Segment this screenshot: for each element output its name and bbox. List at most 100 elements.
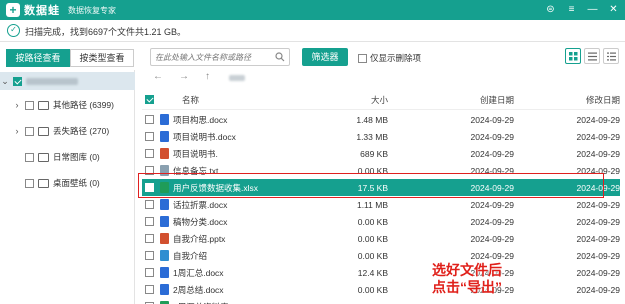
created-date: 2024-09-29 bbox=[470, 199, 514, 210]
pptx-file-icon bbox=[160, 148, 169, 159]
docx-file-icon bbox=[160, 216, 169, 227]
folder-icon bbox=[38, 152, 49, 162]
folder-icon bbox=[38, 178, 49, 188]
filter-button[interactable]: 筛选器 bbox=[302, 48, 348, 66]
scan-status-text: 扫描完成，找到6697个文件共1.21 GB。 bbox=[25, 27, 187, 37]
search-input[interactable] bbox=[155, 50, 271, 64]
row-checkbox[interactable] bbox=[144, 132, 154, 141]
only-deleted-checkbox[interactable] bbox=[358, 53, 367, 63]
column-created-header[interactable]: 创建日期 bbox=[388, 94, 514, 106]
sidebar-item-lost-paths[interactable]: › 丢失路径 (270) bbox=[0, 122, 135, 140]
list-view-button[interactable] bbox=[584, 48, 600, 64]
row-checkbox[interactable] bbox=[144, 149, 154, 158]
tab-by-type[interactable]: 按类型查看 bbox=[70, 49, 134, 67]
file-name: 话拉折票.docx bbox=[173, 199, 228, 210]
view-tabs: 按路径查看 按类型查看 bbox=[6, 49, 134, 67]
sidebar-item-checkbox[interactable] bbox=[25, 178, 34, 188]
file-name: 项目构思.docx bbox=[173, 114, 228, 125]
sidebar-item-wallpapers[interactable]: 桌面壁纸 (0) bbox=[0, 174, 135, 192]
row-checkbox[interactable] bbox=[144, 285, 154, 294]
sidebar-item-label: 桌面壁纸 (0) bbox=[53, 178, 100, 188]
detail-list-icon bbox=[606, 52, 616, 60]
annotation-line-1: 选好文件后 bbox=[432, 262, 502, 278]
expand-icon[interactable]: › bbox=[12, 126, 22, 136]
file-name: 3周汇总资料表 bbox=[173, 301, 229, 304]
table-row[interactable]: 稿物分类.docx 0.00 KB 2024-09-29 2024-09-29 bbox=[142, 213, 620, 230]
app-logo: + 数据蛙 数据恢复专家 bbox=[6, 3, 116, 17]
sidebar-item-other-paths[interactable]: › 其他路径 (6399) bbox=[0, 96, 135, 114]
row-checkbox[interactable] bbox=[144, 115, 154, 124]
table-header: 名称 大小 创建日期 修改日期 bbox=[142, 90, 620, 110]
png-file-icon bbox=[160, 250, 169, 261]
docx-file-icon bbox=[160, 267, 169, 278]
created-date: 2024-09-29 bbox=[470, 233, 514, 244]
tab-by-path[interactable]: 按路径查看 bbox=[6, 49, 70, 67]
sidebar-item-daily-gallery[interactable]: 日常图库 (0) bbox=[0, 148, 135, 166]
back-arrow-icon[interactable]: ← bbox=[153, 71, 163, 82]
minimize-icon[interactable]: — bbox=[585, 2, 600, 17]
table-row[interactable]: 1周汇总.docx 12.4 KB 2024-09-29 2024-09-29 bbox=[142, 264, 620, 281]
file-size: 1.33 MB bbox=[356, 131, 388, 142]
row-checkbox[interactable] bbox=[144, 217, 154, 226]
sidebar-root-item[interactable]: ⌄ bbox=[0, 72, 135, 90]
file-name: 项目说明书.docx bbox=[173, 131, 236, 142]
modified-date: 2024-09-29 bbox=[576, 267, 620, 278]
sidebar-item-label: 丢失路径 (270) bbox=[53, 126, 110, 136]
folder-icon bbox=[38, 126, 49, 136]
modified-date: 2024-09-29 bbox=[576, 148, 620, 159]
sidebar-item-checkbox[interactable] bbox=[25, 152, 34, 162]
detail-view-button[interactable] bbox=[603, 48, 619, 64]
table-row[interactable]: 项目说明书.docx 1.33 MB 2024-09-29 2024-09-29 bbox=[142, 128, 620, 145]
modified-date: 2024-09-29 bbox=[576, 284, 620, 295]
feedback-icon[interactable]: ⊜ bbox=[543, 2, 558, 17]
table-row[interactable]: 话拉折票.docx 1.11 MB 2024-09-29 2024-09-29 bbox=[142, 196, 620, 213]
sidebar-item-checkbox[interactable] bbox=[25, 100, 34, 110]
file-name: 自我介绍 bbox=[173, 250, 208, 261]
up-arrow-icon[interactable]: ↑ bbox=[205, 71, 210, 82]
search-icon[interactable] bbox=[275, 52, 285, 62]
list-icon bbox=[587, 52, 597, 60]
only-deleted-toggle[interactable]: 仅显示删除项 bbox=[358, 52, 421, 64]
row-checkbox[interactable] bbox=[144, 200, 154, 209]
docx-file-icon bbox=[160, 284, 169, 295]
annotation-line-2: 点击“导出” bbox=[432, 279, 502, 295]
row-checkbox[interactable] bbox=[144, 234, 154, 243]
select-all-checkbox[interactable] bbox=[144, 95, 154, 104]
root-checkbox[interactable] bbox=[13, 76, 22, 86]
modified-date: 2024-09-29 bbox=[576, 216, 620, 227]
search-box bbox=[150, 48, 290, 66]
row-checkbox[interactable] bbox=[144, 268, 154, 277]
table-row[interactable]: 2周总结.docx 0.00 KB 2024-09-29 2024-09-29 bbox=[142, 281, 620, 298]
collapse-icon[interactable]: ⌄ bbox=[0, 76, 10, 87]
row-checkbox[interactable] bbox=[144, 251, 154, 260]
file-name: 2周总结.docx bbox=[173, 284, 224, 295]
scan-status-bar: ✓ 扫描完成，找到6697个文件共1.21 GB。 bbox=[0, 20, 625, 42]
column-name-header[interactable]: 名称 bbox=[156, 94, 276, 106]
app-name: 数据蛙 bbox=[24, 5, 60, 17]
column-modified-header[interactable]: 修改日期 bbox=[514, 94, 620, 106]
table-row[interactable]: 项目构思.docx 1.48 MB 2024-09-29 2024-09-29 bbox=[142, 111, 620, 128]
table-row[interactable]: 自我介绍.pptx 0.00 KB 2024-09-29 2024-09-29 bbox=[142, 230, 620, 247]
sidebar-item-label: 其他路径 (6399) bbox=[53, 100, 114, 110]
forward-arrow-icon[interactable]: → bbox=[179, 71, 189, 82]
file-name: 自我介绍.pptx bbox=[173, 233, 226, 244]
created-date: 2024-09-29 bbox=[470, 114, 514, 125]
table-row[interactable]: 3周汇总资料表0.00 KB2024-09-292024-09-29 bbox=[142, 298, 620, 304]
sidebar-item-checkbox[interactable] bbox=[25, 126, 34, 136]
view-mode-buttons bbox=[565, 48, 619, 64]
column-size-header[interactable]: 大小 bbox=[276, 94, 388, 106]
modified-date: 2024-09-29 bbox=[576, 199, 620, 210]
close-icon[interactable]: ✕ bbox=[606, 2, 621, 17]
table-row[interactable]: 自我介绍 0.00 KB 2024-09-29 2024-09-29 bbox=[142, 247, 620, 264]
sidebar-item-label: 日常图库 (0) bbox=[53, 152, 100, 162]
created-date: 2024-09-29 bbox=[470, 250, 514, 261]
pptx-file-icon bbox=[160, 233, 169, 244]
expand-icon[interactable]: › bbox=[12, 100, 22, 110]
title-bar: + 数据蛙 数据恢复专家 ⊜ ≡ — ✕ bbox=[0, 0, 625, 20]
file-size: 1.11 MB bbox=[356, 199, 388, 210]
menu-icon[interactable]: ≡ bbox=[564, 2, 579, 17]
table-row[interactable]: 项目说明书. 689 KB 2024-09-29 2024-09-29 bbox=[142, 145, 620, 162]
grid-view-button[interactable] bbox=[565, 48, 581, 64]
docx-file-icon bbox=[160, 131, 169, 142]
folder-icon bbox=[38, 100, 49, 110]
